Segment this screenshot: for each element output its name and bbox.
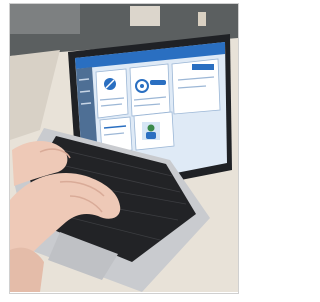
photo-illustration [0,0,241,297]
screen-pill-button [150,80,166,85]
screen-card-left [95,68,129,119]
background-shelf [130,6,160,26]
screen-card-middle [129,63,171,117]
pen-card-icon [104,78,116,90]
sidebar-line-2 [79,90,91,93]
photo-scene [0,0,241,297]
sidebar-line-3 [80,102,92,105]
sidebar-line-1 [78,78,90,81]
person-card-icon [142,122,160,140]
window-light [10,4,80,34]
screen-top-button [192,64,214,70]
background-bottle [198,12,206,26]
